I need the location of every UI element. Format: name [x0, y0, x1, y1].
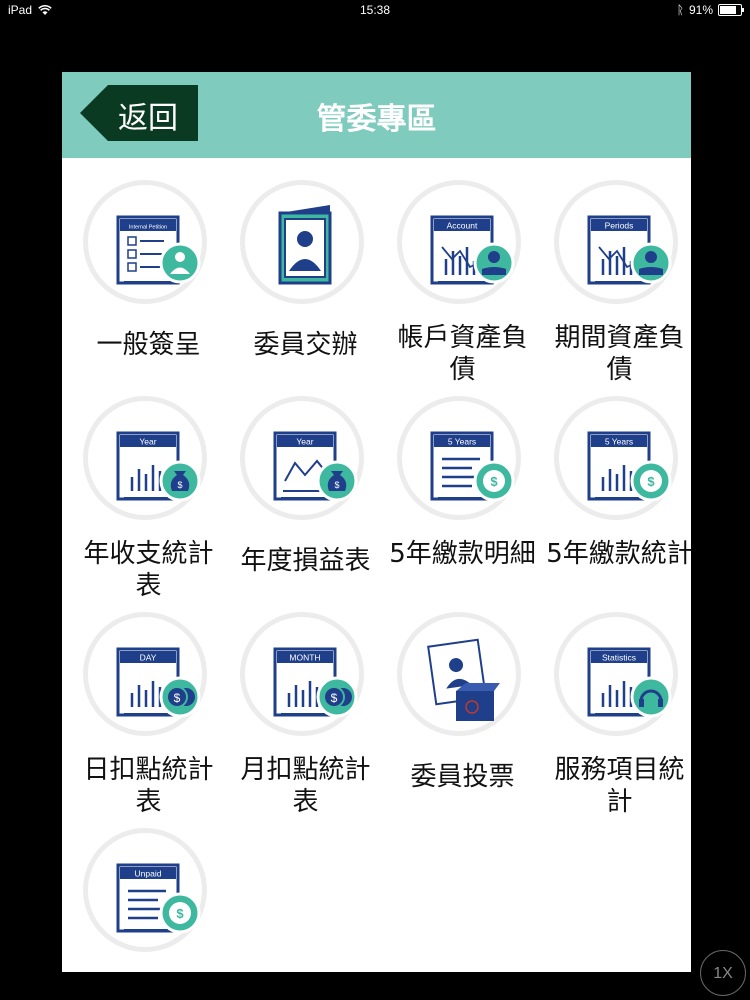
menu-tile-label: 年度損益表	[240, 546, 371, 576]
menu-tile-label: 月扣點統計表	[240, 755, 371, 817]
service-statistics-icon: Statistics	[587, 647, 672, 718]
bluetooth-icon: ᚱ	[676, 3, 684, 17]
monthly-points-chart-icon: MONTH $	[273, 647, 358, 718]
menu-tile-label: 日扣點統計表	[83, 755, 214, 817]
menu-tile[interactable]: 委員投票	[384, 604, 541, 820]
menu-tile[interactable]: Year $ 年度損益表	[227, 388, 384, 604]
menu-icon-circle: Periods	[554, 180, 678, 304]
menu-tile-label: 服務項目統計	[554, 755, 685, 817]
menu-icon-circle	[240, 180, 364, 304]
five-year-payment-stats-icon: 5 Years $	[587, 431, 672, 502]
svg-text:MONTH: MONTH	[289, 653, 320, 663]
svg-text:$: $	[647, 474, 655, 489]
menu-tile-label: 期間資產負債	[554, 323, 685, 385]
unpaid-document-icon: Unpaid $	[116, 863, 201, 934]
svg-text:Year: Year	[139, 437, 156, 447]
menu-tile[interactable]: 5 Years $5年繳款明細	[384, 388, 541, 604]
menu-tile[interactable]: 委員交辦	[227, 172, 384, 388]
menu-tile[interactable]: MONTH $ 月扣點統計表	[227, 604, 384, 820]
menu-icon-circle: 5 Years $	[554, 396, 678, 520]
svg-text:$: $	[176, 906, 184, 921]
account-chart-icon: Account	[430, 215, 515, 285]
menu-tile[interactable]: Statistics 服務項目統計	[541, 604, 691, 820]
menu-tile[interactable]: Internal Petition 一般簽呈	[70, 172, 227, 388]
status-bar: iPad 15:38 ᚱ 91%	[0, 0, 750, 22]
periods-chart-icon: Periods	[587, 215, 672, 285]
app-window: 返回 管委專區 Internal Petition 一般簽呈 委員交辦 Acco…	[62, 72, 691, 972]
svg-text:5 Years: 5 Years	[605, 437, 633, 447]
menu-tile-label: 5年繳款明細	[389, 539, 536, 569]
daily-points-chart-icon: DAY $	[116, 647, 201, 718]
svg-text:Internal Petition: Internal Petition	[129, 225, 167, 231]
menu-icon-circle: Statistics	[554, 612, 678, 736]
menu-tile-label: 年收支統計表	[83, 539, 214, 601]
svg-text:DAY: DAY	[140, 653, 157, 663]
menu-icon-circle: Unpaid $	[83, 828, 207, 952]
svg-text:Unpaid: Unpaid	[135, 869, 162, 879]
menu-tile-label: 一般簽呈	[96, 330, 201, 360]
menu-icon-circle: Year $	[83, 396, 207, 520]
svg-text:5 Years: 5 Years	[448, 437, 476, 447]
svg-text:$: $	[490, 474, 498, 489]
menu-icon-circle: Account	[397, 180, 521, 304]
menu-tile[interactable]: Year $ 年收支統計表	[70, 388, 227, 604]
menu-icon-circle: Year $	[240, 396, 364, 520]
battery-fill	[720, 6, 737, 14]
zoom-button[interactable]: 1X	[700, 950, 746, 996]
svg-text:Statistics: Statistics	[602, 653, 636, 663]
battery-icon	[718, 4, 744, 16]
menu-tile[interactable]: 5 Years $5年繳款統計	[541, 388, 691, 604]
menu-tile-label: 5年繳款統計	[546, 539, 691, 569]
svg-text:Account: Account	[447, 221, 478, 231]
battery-percent: 91%	[688, 3, 713, 17]
svg-text:$: $	[334, 480, 339, 490]
menu-icon-circle: MONTH $	[240, 612, 364, 736]
header-bar: 返回 管委專區	[62, 72, 691, 158]
page-title: 管委專區	[316, 102, 437, 137]
menu-tile[interactable]: DAY $ 日扣點統計表	[70, 604, 227, 820]
year-profit-loss-icon: Year $	[273, 431, 358, 502]
menu-icon-circle: DAY $	[83, 612, 207, 736]
menu-tile[interactable]: Periods 期間資產負債	[541, 172, 691, 388]
menu-tile[interactable]: Account 帳戶資產負債	[384, 172, 541, 388]
menu-icon-circle: 5 Years $	[397, 396, 521, 520]
svg-text:$: $	[174, 691, 181, 705]
committee-vote-icon	[427, 638, 500, 721]
menu-icon-circle: Internal Petition	[83, 180, 207, 304]
menu-tile[interactable]: Unpaid $	[70, 820, 227, 972]
menu-icon-circle	[397, 612, 521, 736]
committee-member-icon	[278, 205, 332, 285]
menu-tile-label: 委員投票	[410, 762, 515, 792]
svg-text:Periods: Periods	[605, 221, 634, 231]
menu-tile-label: 委員交辦	[253, 330, 358, 360]
svg-text:$: $	[331, 691, 338, 705]
status-time: 15:38	[359, 3, 391, 17]
svg-text:$: $	[177, 480, 182, 490]
svg-text:Year: Year	[296, 437, 313, 447]
year-income-chart-icon: Year $	[116, 431, 201, 502]
five-year-payment-detail-icon: 5 Years $	[430, 431, 515, 502]
petition-document-icon: Internal Petition	[116, 215, 201, 285]
menu-tile-label: 帳戶資產負債	[397, 323, 528, 385]
